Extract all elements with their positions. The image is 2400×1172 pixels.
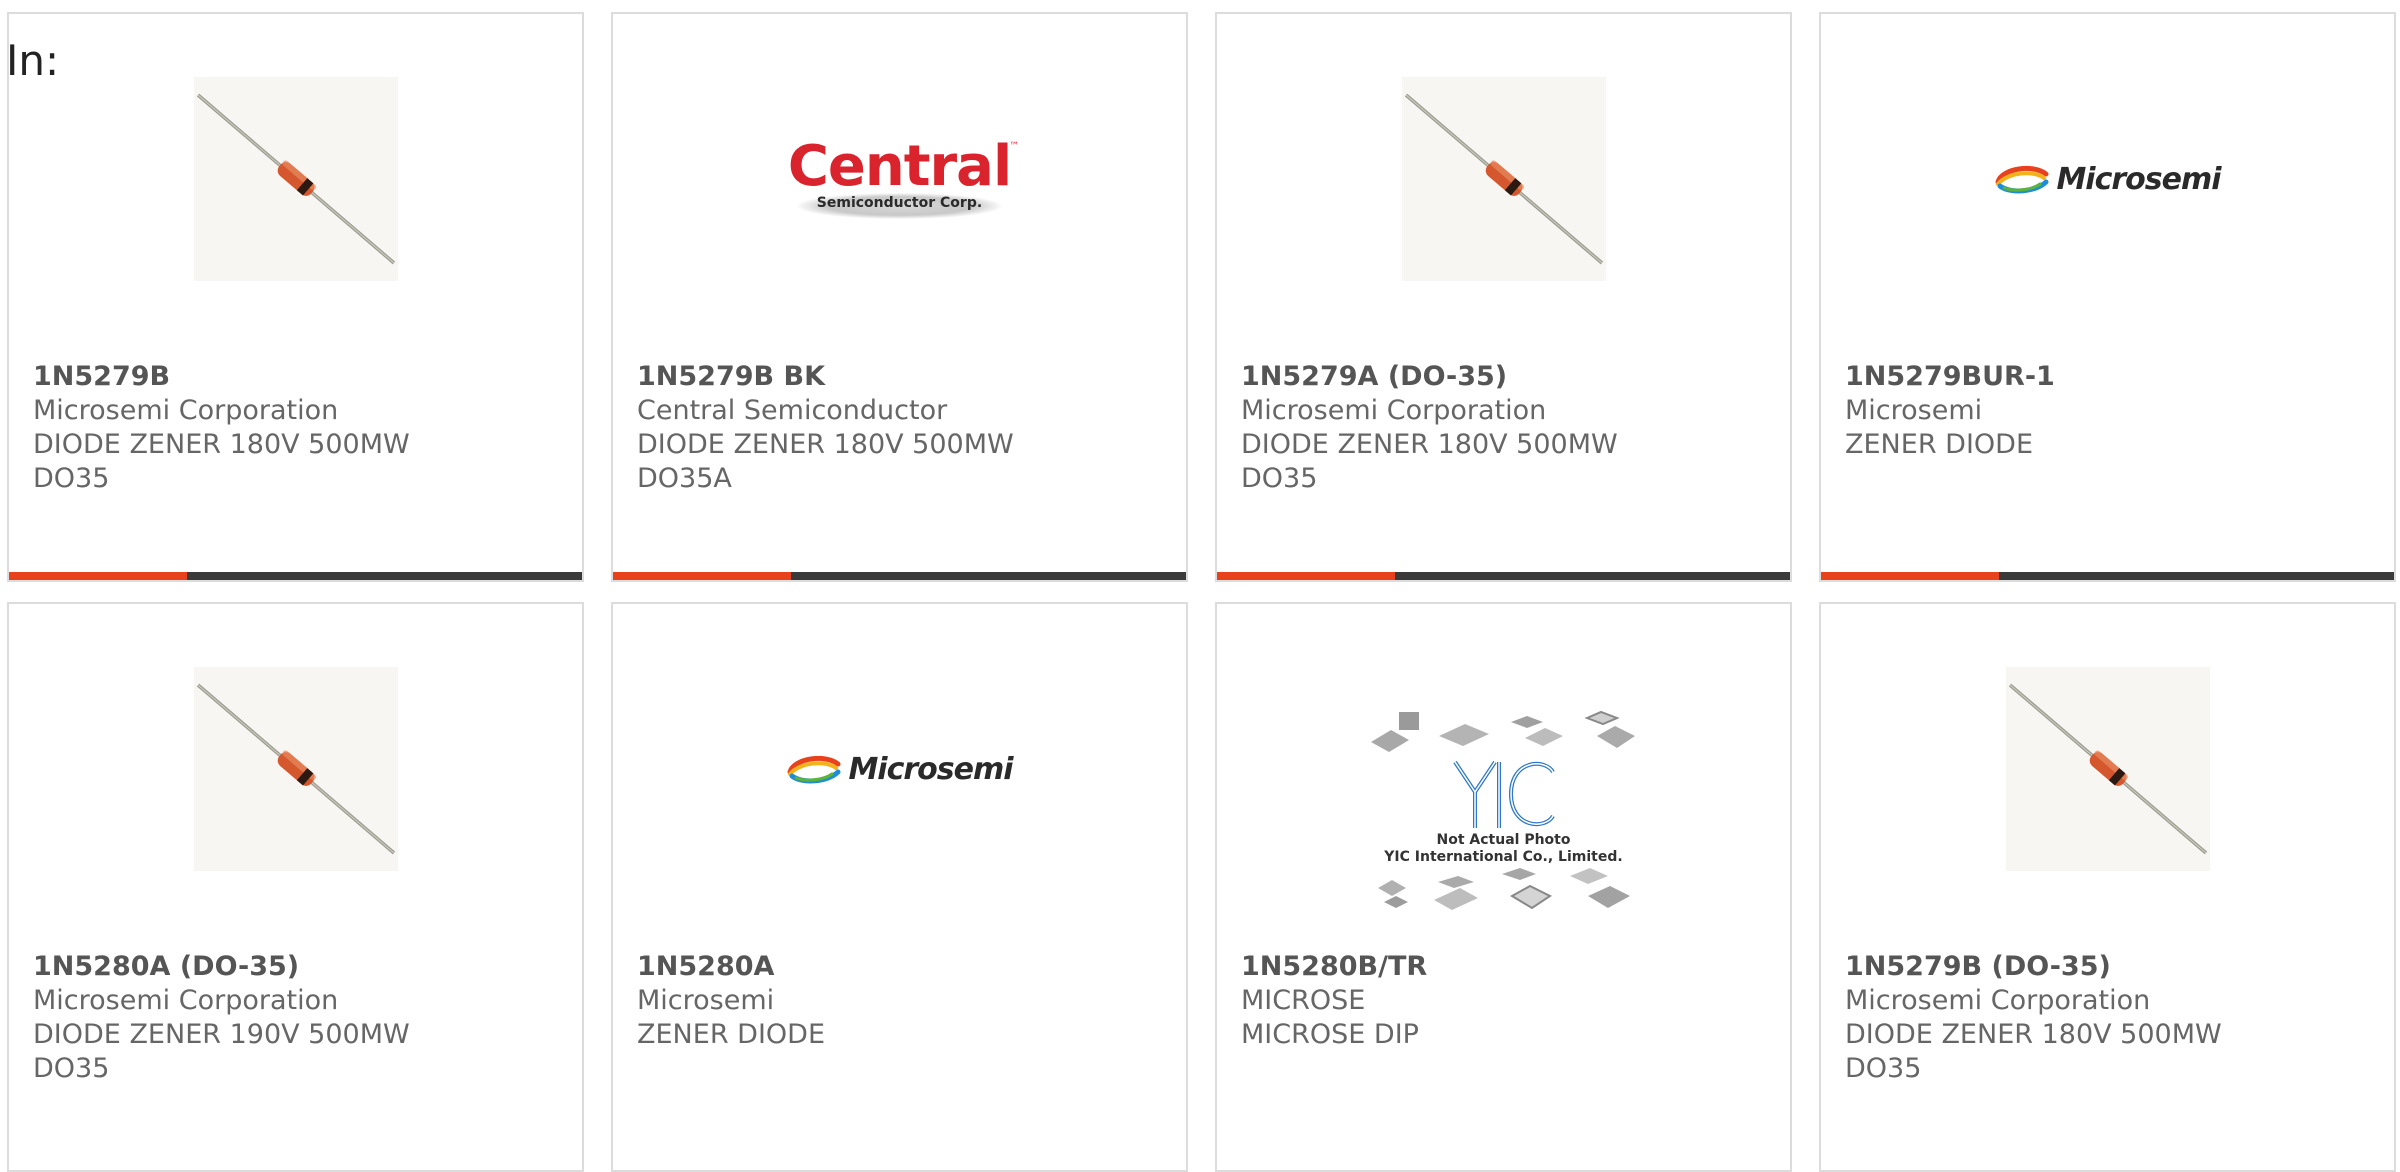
package: DO35 <box>1241 463 1318 494</box>
manufacturer: Microsemi Corporation <box>1845 985 2151 1016</box>
part-number[interactable]: 1N5280B/TR <box>1241 950 1780 984</box>
product-card[interactable]: 1N5279A (DO-35) Microsemi Corporation DI… <box>1215 12 1792 582</box>
product-card[interactable]: 1N5279B (DO-35) Microsemi Corporation DI… <box>1819 602 2396 1172</box>
description: DIODE ZENER 180V 500MW <box>1845 1019 2222 1050</box>
product-image[interactable]: Microsemi <box>1821 74 2394 284</box>
part-number[interactable]: 1N5279B BK <box>637 360 1176 394</box>
part-number[interactable]: 1N5279BUR-1 <box>1845 360 2384 394</box>
progress-bar <box>1821 572 2394 580</box>
package: DO35A <box>637 463 732 494</box>
part-number[interactable]: 1N5279B (DO-35) <box>1845 950 2384 984</box>
not-actual-photo-note: Not Actual Photo YIC International Co., … <box>1384 832 1623 865</box>
in-label: In: <box>6 36 60 85</box>
part-number[interactable]: 1N5279A (DO-35) <box>1241 360 1780 394</box>
manufacturer: Microsemi <box>1845 395 1983 426</box>
progress-bar <box>1217 572 1790 580</box>
product-card[interactable]: 1N5280A (DO-35) Microsemi Corporation DI… <box>7 602 584 1172</box>
progress-fill <box>9 572 187 580</box>
microsemi-logo: Microsemi <box>1994 162 2222 197</box>
description: ZENER DIODE <box>1845 429 2034 460</box>
progress-bar <box>9 572 582 580</box>
microsemi-swirl-icon <box>787 755 841 784</box>
diode-photo-icon <box>1401 77 1606 281</box>
description: DIODE ZENER 190V 500MW <box>33 1019 410 1050</box>
package: DO35 <box>33 1053 110 1084</box>
diode-photo-icon <box>2005 667 2210 871</box>
yic-logo-icon <box>1452 760 1555 828</box>
progress-fill <box>1821 572 1999 580</box>
product-card[interactable]: Not Actual Photo YIC International Co., … <box>1215 602 1792 1172</box>
description: DIODE ZENER 180V 500MW <box>637 429 1014 460</box>
product-image[interactable]: Central ™ Semiconductor Corp. <box>613 74 1186 284</box>
product-card[interactable]: Microsemi 1N5280A Microsemi ZENER DIODE <box>611 602 1188 1172</box>
chip-packages-icon <box>1370 710 1635 752</box>
central-semiconductor-logo: Central ™ Semiconductor Corp. <box>788 139 1019 219</box>
part-number[interactable]: 1N5279B <box>33 360 572 394</box>
manufacturer: Microsemi Corporation <box>1241 395 1547 426</box>
product-image[interactable] <box>9 74 582 284</box>
product-image[interactable]: Microsemi <box>613 664 1186 874</box>
manufacturer: Microsemi <box>637 985 775 1016</box>
progress-bar <box>613 572 1186 580</box>
manufacturer: MICROSE <box>1241 985 1366 1016</box>
description: DIODE ZENER 180V 500MW <box>1241 429 1618 460</box>
package: DO35 <box>1845 1053 1922 1084</box>
manufacturer: Microsemi Corporation <box>33 395 339 426</box>
description: MICROSE DIP <box>1241 1019 1419 1050</box>
diode-photo-icon <box>193 667 398 871</box>
product-card[interactable]: Central ™ Semiconductor Corp. 1N5279B BK… <box>611 12 1188 582</box>
microsemi-swirl-icon <box>1995 165 2049 194</box>
product-image[interactable] <box>1217 74 1790 284</box>
product-image[interactable]: Not Actual Photo YIC International Co., … <box>1217 692 1790 932</box>
package: DO35 <box>33 463 110 494</box>
part-number[interactable]: 1N5280A <box>637 950 1176 984</box>
microsemi-logo: Microsemi <box>786 752 1014 787</box>
chip-packages-icon <box>1377 868 1630 910</box>
product-image[interactable] <box>1821 664 2394 874</box>
description: DIODE ZENER 180V 500MW <box>33 429 410 460</box>
part-number[interactable]: 1N5280A (DO-35) <box>33 950 572 984</box>
manufacturer: Microsemi Corporation <box>33 985 339 1016</box>
product-card[interactable]: Microsemi 1N5279BUR-1 Microsemi ZENER DI… <box>1819 12 2396 582</box>
description: ZENER DIODE <box>637 1019 826 1050</box>
yic-placeholder-image: Not Actual Photo YIC International Co., … <box>1369 708 1639 916</box>
manufacturer: Central Semiconductor <box>637 395 948 426</box>
product-card[interactable]: 1N5279B Microsemi Corporation DIODE ZENE… <box>7 12 584 582</box>
progress-fill <box>1217 572 1395 580</box>
diode-photo-icon <box>193 77 398 281</box>
product-image[interactable] <box>9 664 582 874</box>
progress-fill <box>613 572 791 580</box>
